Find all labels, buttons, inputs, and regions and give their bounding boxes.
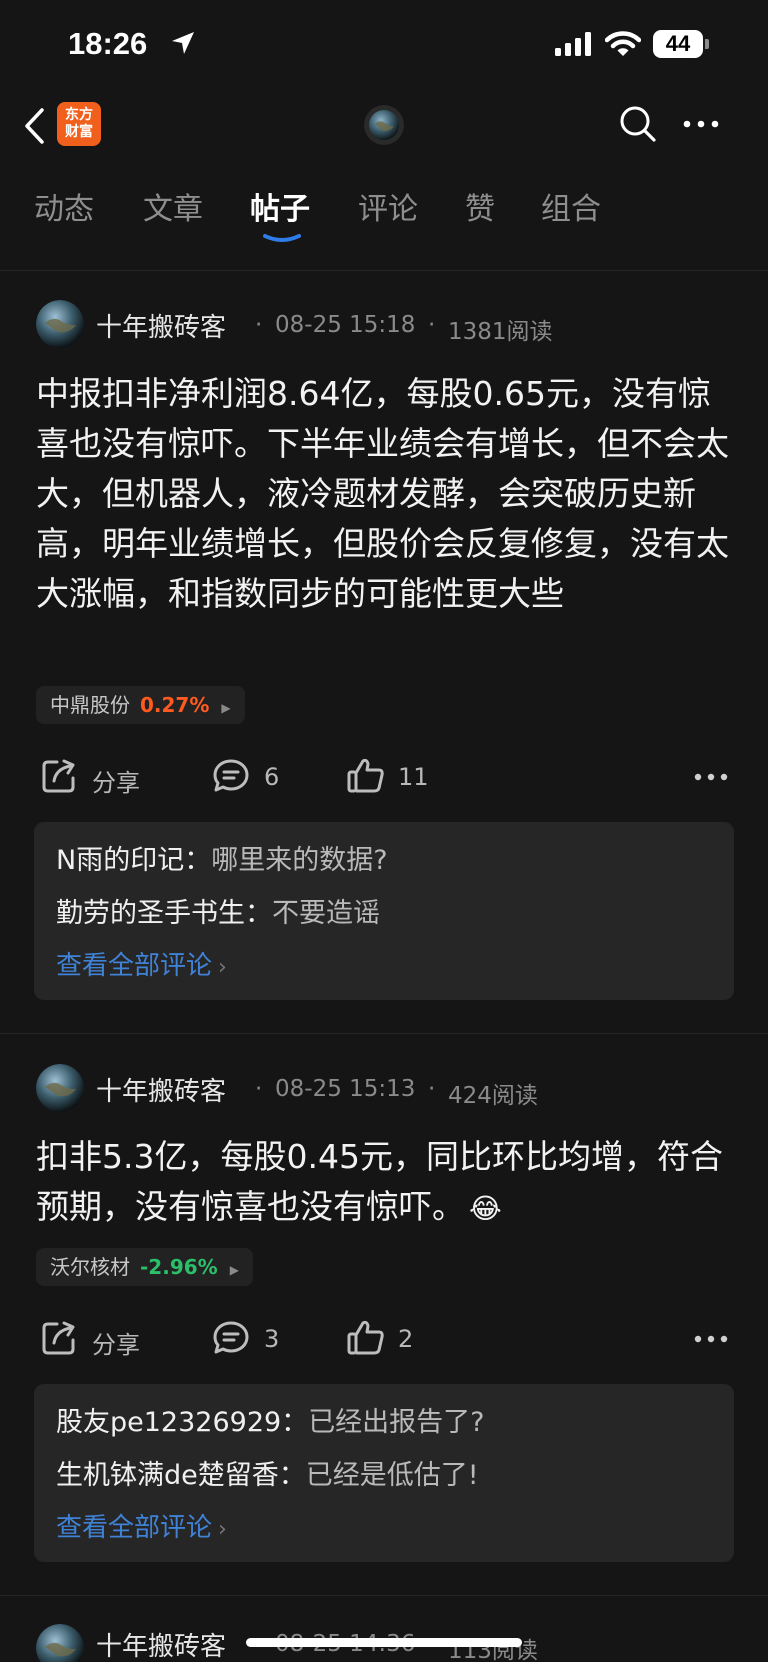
meta-dot: · (428, 1076, 436, 1102)
stock-tag[interactable]: 沃尔核材 -2.96% ▶ (36, 1248, 253, 1286)
comment-text: 已经出报告了? (308, 1407, 485, 1438)
play-triangle-icon: ▶ (221, 701, 231, 715)
more-icon[interactable] (694, 773, 728, 781)
share-button[interactable]: 分享 (40, 757, 160, 797)
author-name[interactable]: 十年搬砖客 (96, 1071, 226, 1108)
view-all-label: 查看全部评论 (56, 1513, 213, 1543)
like-count: 2 (398, 1325, 414, 1353)
comment-count: 3 (264, 1325, 280, 1353)
view-all-label: 查看全部评论 (56, 951, 213, 981)
author-name[interactable]: 十年搬砖客 (96, 1626, 226, 1662)
comment-button[interactable]: 3 (212, 1319, 312, 1359)
status-bar: 18:26 44 (0, 0, 768, 92)
tab-portfolio[interactable]: 组合 (541, 184, 601, 228)
stock-name: 中鼎股份 (50, 693, 130, 717)
active-tab-indicator (263, 234, 301, 242)
share-button[interactable]: 分享 (40, 1319, 160, 1359)
tab-articles[interactable]: 文章 (143, 184, 203, 228)
profile-tabs: 动态 文章 帖子 评论 赞 组合 (0, 176, 768, 256)
home-indicator[interactable] (246, 1638, 522, 1647)
more-icon[interactable] (683, 120, 719, 128)
tab-posts[interactable]: 帖子 (250, 184, 310, 228)
comment-item[interactable]: 勤劳的圣手书生：不要造谣 (56, 891, 380, 930)
battery-level: 44 (665, 31, 691, 56)
share-label: 分享 (92, 769, 140, 797)
comment-text: 已经是低估了! (305, 1460, 479, 1491)
author-name[interactable]: 十年搬砖客 (96, 307, 226, 344)
post-divider (0, 1033, 768, 1034)
share-icon (42, 1321, 75, 1355)
stock-name: 沃尔核材 (50, 1255, 130, 1279)
tabs-divider (0, 270, 768, 271)
author-avatar[interactable] (36, 1624, 84, 1662)
tab-dynamics[interactable]: 动态 (34, 184, 94, 228)
comment-item[interactable]: 生机钵满de楚留香：已经是低估了! (56, 1453, 479, 1492)
wifi-icon (605, 31, 641, 56)
back-chevron-icon[interactable] (22, 106, 46, 146)
share-label: 分享 (92, 1331, 140, 1359)
post-card[interactable]: 十年搬砖客 · 08-25 15:18 · 1381阅读 中报扣非净利润8.64… (0, 290, 768, 1032)
meta-dot: · (255, 312, 263, 338)
share-icon (42, 759, 75, 793)
comment-bubble-icon (213, 759, 249, 792)
commenter-name[interactable]: 生机钵满de楚留香： (56, 1460, 306, 1491)
location-arrow-icon (172, 32, 194, 54)
tab-likes[interactable]: 赞 (465, 184, 495, 228)
like-button[interactable]: 11 (346, 757, 446, 797)
comment-preview[interactable]: 股友pe12326929：已经出报告了? 生机钵满de楚留香：已经是低估了! 查… (34, 1384, 734, 1562)
thumbs-up-icon (347, 1320, 384, 1355)
view-all-comments-link[interactable]: 查看全部评论 › (56, 945, 227, 982)
comment-text: 哪里来的数据? (211, 845, 388, 876)
comment-count: 6 (264, 763, 280, 791)
meta-dot: · (428, 312, 436, 338)
play-triangle-icon: ▶ (229, 1263, 239, 1277)
post-divider (0, 1595, 768, 1596)
like-button[interactable]: 2 (346, 1319, 446, 1359)
nav-bar: 东方 财富 (0, 92, 768, 164)
more-icon[interactable] (694, 1335, 728, 1343)
post-time: 08-25 15:13 (275, 1076, 416, 1102)
commenter-name[interactable]: 股友pe12326929： (56, 1407, 308, 1438)
view-all-comments-link[interactable]: 查看全部评论 › (56, 1507, 227, 1544)
post-content[interactable]: 扣非5.3亿，每股0.45元，同比环比均增，符合预期，没有惊喜也没有惊吓。 😂 (36, 1132, 736, 1234)
chevron-right-icon: › (218, 955, 227, 980)
post-card[interactable]: 十年搬砖客 · 08-25 15:13 · 424阅读 扣非5.3亿，每股0.4… (0, 1054, 768, 1584)
post-content[interactable]: 中报扣非净利润8.64亿，每股0.65元，没有惊喜也没有惊吓。下半年业绩会有增长… (36, 369, 736, 619)
comment-preview[interactable]: N雨的印记：哪里来的数据? 勤劳的圣手书生：不要造谣 查看全部评论 › (34, 822, 734, 1000)
commenter-name[interactable]: N雨的印记： (56, 845, 211, 876)
search-icon[interactable] (618, 104, 658, 144)
battery-icon: 44 (653, 30, 709, 58)
laughing-emoji: 😂 (469, 1192, 502, 1225)
author-avatar[interactable] (36, 1064, 84, 1112)
comment-button[interactable]: 6 (212, 757, 312, 797)
commenter-name[interactable]: 勤劳的圣手书生： (56, 898, 272, 929)
comment-item[interactable]: N雨的印记：哪里来的数据? (56, 838, 388, 877)
cellular-signal-icon (555, 32, 591, 56)
read-count: 424阅读 (448, 1083, 538, 1109)
user-avatar[interactable] (364, 105, 404, 145)
meta-dot: · (255, 1076, 263, 1102)
author-avatar[interactable] (36, 300, 84, 348)
stock-change: 0.27% (140, 693, 210, 717)
stock-tag[interactable]: 中鼎股份 0.27% ▶ (36, 686, 245, 724)
comment-text: 不要造谣 (272, 898, 380, 929)
status-time: 18:26 (68, 26, 148, 61)
comment-bubble-icon (213, 1321, 249, 1354)
comment-item[interactable]: 股友pe12326929：已经出报告了? (56, 1400, 485, 1439)
read-count: 1381阅读 (448, 319, 553, 345)
thumbs-up-icon (347, 758, 384, 793)
post-text: 扣非5.3亿，每股0.45元，同比环比均增，符合预期，没有惊喜也没有惊吓。 (36, 1137, 723, 1226)
tab-comments[interactable]: 评论 (358, 184, 418, 228)
app-logo: 东方 财富 (57, 102, 101, 146)
like-count: 11 (398, 763, 429, 791)
post-time: 08-25 15:18 (275, 312, 416, 338)
stock-change: -2.96% (140, 1255, 218, 1279)
chevron-right-icon: › (218, 1517, 227, 1542)
